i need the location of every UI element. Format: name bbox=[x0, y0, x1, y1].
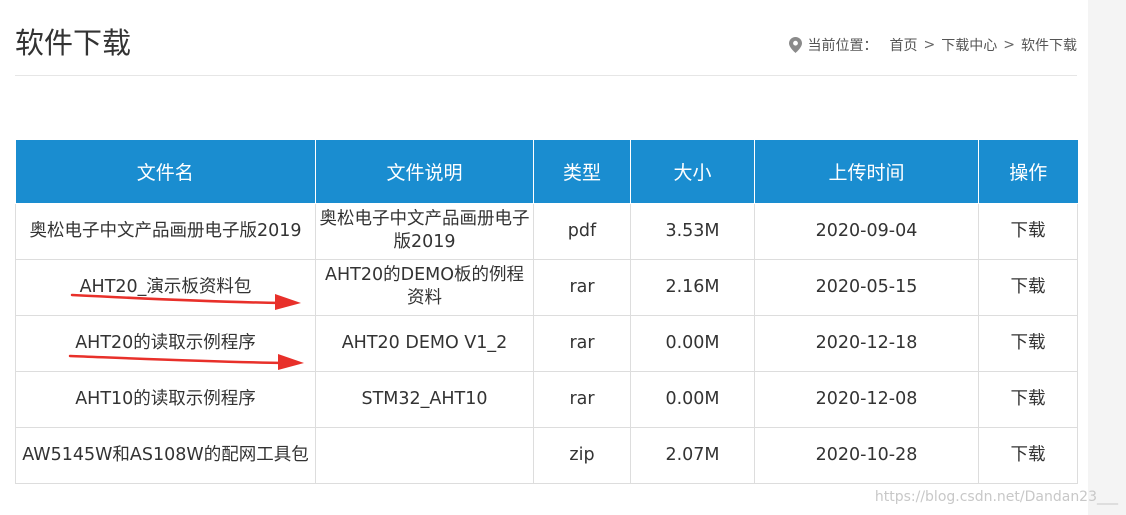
download-link[interactable]: 下载 bbox=[1011, 389, 1046, 409]
file-size: 0.00M bbox=[630, 370, 755, 428]
breadcrumb-home[interactable]: 首页 bbox=[890, 35, 918, 55]
upload-date: 2020-12-18 bbox=[754, 314, 979, 372]
column-header-type[interactable]: 类型 bbox=[533, 140, 631, 204]
file-type: zip bbox=[533, 426, 631, 484]
location-pin-icon bbox=[788, 37, 802, 53]
column-header-filename[interactable]: 文件名 bbox=[15, 140, 316, 204]
table-row: AHT20_演示板资料包 AHT20的DEMO板的例程资料 rar 2.16M … bbox=[15, 258, 1078, 316]
download-cell: 下载 bbox=[978, 426, 1078, 484]
download-link[interactable]: 下载 bbox=[1011, 221, 1046, 241]
breadcrumb-separator: > bbox=[1003, 37, 1015, 53]
file-name: AHT10的读取示例程序 bbox=[15, 370, 316, 428]
download-cell: 下载 bbox=[978, 314, 1078, 372]
file-type: rar bbox=[533, 370, 631, 428]
file-table: 文件名 文件说明 类型 大小 上传时间 操作 奥松电子中文产品画册电子版2019… bbox=[15, 140, 1078, 484]
table-row: AHT10的读取示例程序 STM32_AHT10 rar 0.00M 2020-… bbox=[15, 370, 1078, 428]
page: 软件下载 当前位置： 首页 > 下载中心 > 软件下载 文件名 文件说明 类型 … bbox=[0, 0, 1126, 515]
column-header-size[interactable]: 大小 bbox=[630, 140, 755, 204]
download-link[interactable]: 下载 bbox=[1011, 445, 1046, 465]
file-name: AHT20的读取示例程序 bbox=[15, 314, 316, 372]
download-cell: 下载 bbox=[978, 258, 1078, 316]
download-cell: 下载 bbox=[978, 202, 1078, 260]
upload-date: 2020-12-08 bbox=[754, 370, 979, 428]
breadcrumb-separator: > bbox=[923, 37, 936, 53]
breadcrumb-software-download[interactable]: 软件下载 bbox=[1021, 35, 1077, 55]
file-size: 2.16M bbox=[630, 258, 755, 316]
page-title: 软件下载 bbox=[15, 26, 132, 60]
upload-date: 2020-09-04 bbox=[754, 202, 979, 260]
download-link[interactable]: 下载 bbox=[1011, 333, 1046, 353]
file-size: 0.00M bbox=[630, 314, 755, 372]
file-type: rar bbox=[533, 314, 631, 372]
table-header-row: 文件名 文件说明 类型 大小 上传时间 操作 bbox=[15, 140, 1078, 204]
file-type: pdf bbox=[533, 202, 631, 260]
file-name: AW5145W和AS108W的配网工具包 bbox=[15, 426, 316, 484]
column-header-action[interactable]: 操作 bbox=[978, 140, 1078, 204]
column-header-description[interactable]: 文件说明 bbox=[315, 140, 534, 204]
breadcrumb-prefix: 当前位置： bbox=[807, 38, 878, 54]
file-size: 3.53M bbox=[630, 202, 755, 260]
file-description: AHT20 DEMO V1_2 bbox=[315, 314, 534, 372]
file-type: rar bbox=[533, 258, 631, 316]
breadcrumb: 当前位置： 首页 > 下载中心 > 软件下载 bbox=[788, 35, 1077, 55]
upload-date: 2020-10-28 bbox=[754, 426, 979, 484]
download-cell: 下载 bbox=[978, 370, 1078, 428]
page-header: 软件下载 当前位置： 首页 > 下载中心 > 软件下载 bbox=[15, 18, 1077, 76]
column-header-upload-time[interactable]: 上传时间 bbox=[754, 140, 979, 204]
file-name: 奥松电子中文产品画册电子版2019 bbox=[15, 202, 316, 260]
table-row: AW5145W和AS108W的配网工具包 zip 2.07M 2020-10-2… bbox=[15, 426, 1078, 484]
table-row: 奥松电子中文产品画册电子版2019 奥松电子中文产品画册电子版2019 pdf … bbox=[15, 202, 1078, 260]
file-description: 奥松电子中文产品画册电子版2019 bbox=[315, 202, 534, 260]
file-size: 2.07M bbox=[630, 426, 755, 484]
file-description bbox=[315, 426, 534, 484]
upload-date: 2020-05-15 bbox=[754, 258, 979, 316]
table-row: AHT20的读取示例程序 AHT20 DEMO V1_2 rar 0.00M 2… bbox=[15, 314, 1078, 372]
download-link[interactable]: 下载 bbox=[1011, 277, 1046, 297]
scrollbar-gutter[interactable] bbox=[1088, 0, 1126, 515]
file-name: AHT20_演示板资料包 bbox=[15, 258, 316, 316]
watermark: https://blog.csdn.net/Dandan23___ bbox=[874, 489, 1118, 505]
file-description: STM32_AHT10 bbox=[315, 370, 534, 428]
breadcrumb-download-center[interactable]: 下载中心 bbox=[941, 35, 997, 55]
file-description: AHT20的DEMO板的例程资料 bbox=[315, 258, 534, 316]
